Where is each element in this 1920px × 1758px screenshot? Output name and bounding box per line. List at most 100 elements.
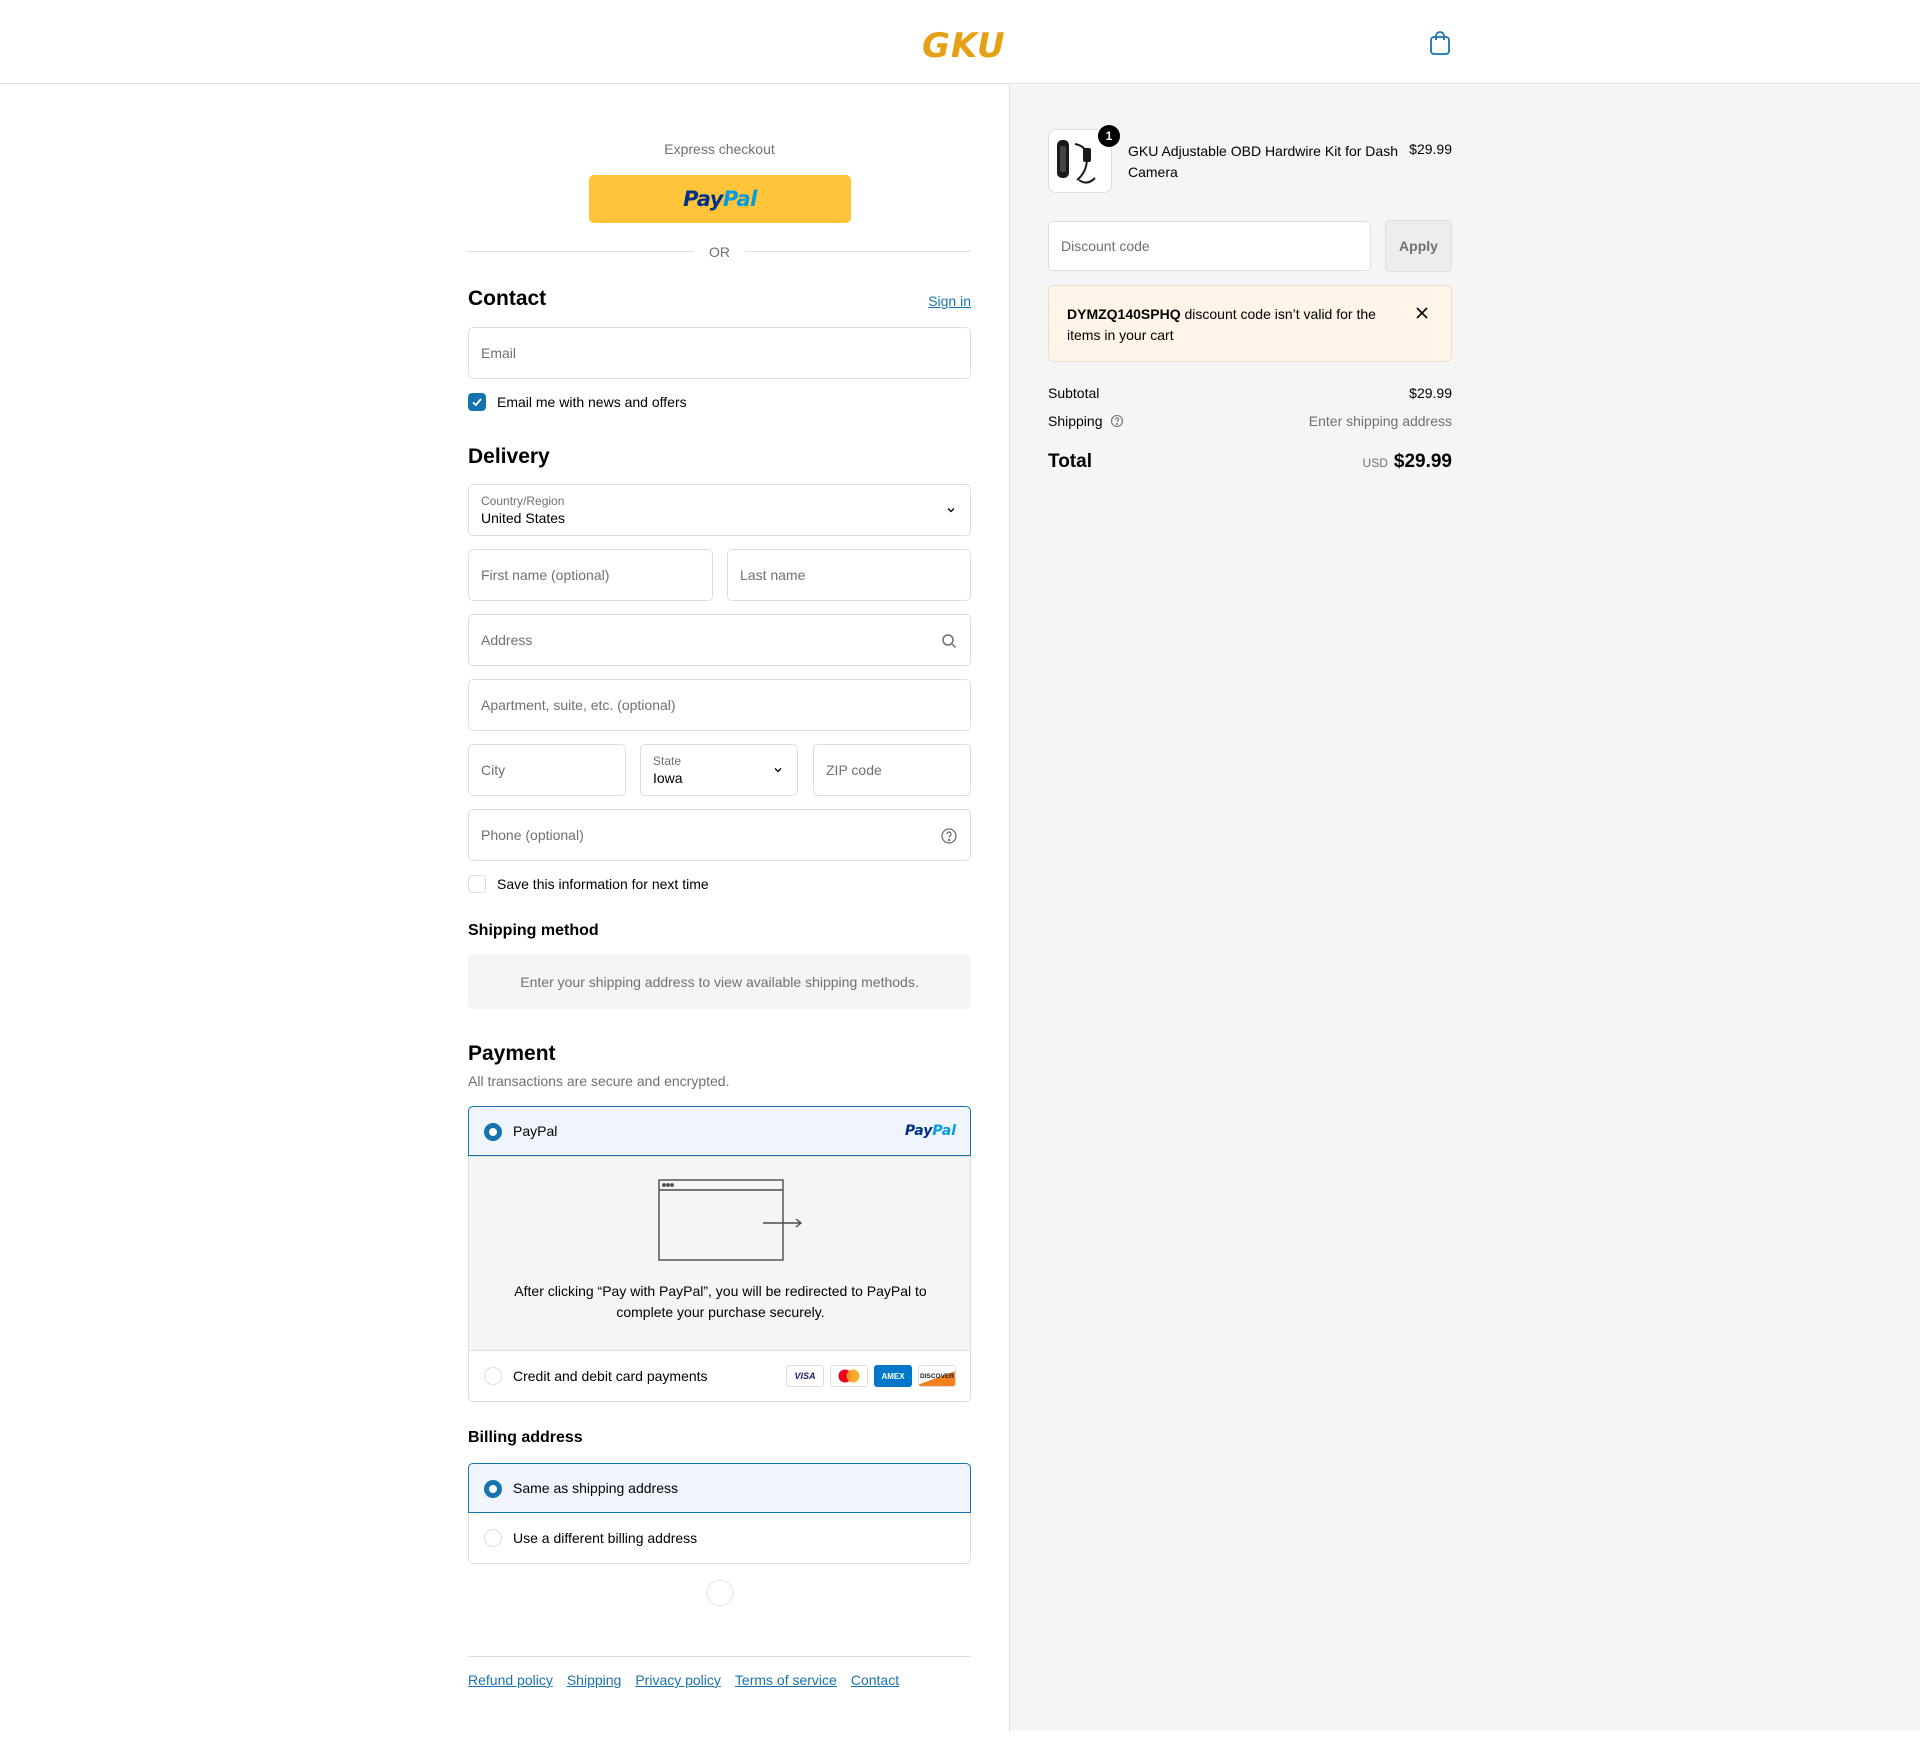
last-name-wrapper xyxy=(727,549,971,601)
shipping-method-heading: Shipping method xyxy=(468,922,599,939)
paypal-redirect-panel: After clicking “Pay with PayPal”, you wi… xyxy=(469,1156,970,1351)
card-option-label: Credit and debit card payments xyxy=(513,1368,708,1384)
country-value: United States xyxy=(481,510,566,526)
news-opt-in: Email me with news and offers xyxy=(468,393,687,411)
shipping-methods-placeholder: Enter your shipping address to view avai… xyxy=(468,954,971,1009)
total-label: Total xyxy=(1048,451,1092,472)
shipping-policy-link[interactable]: Shipping xyxy=(567,1672,622,1688)
contact-heading: Contact xyxy=(468,287,547,310)
footer-divider xyxy=(468,1656,971,1657)
address-field[interactable] xyxy=(469,615,970,665)
billing-different-label: Use a different billing address xyxy=(513,1530,698,1546)
billing-different-radio[interactable] xyxy=(484,1529,502,1547)
address-wrapper xyxy=(468,614,971,666)
billing-same-label: Same as shipping address xyxy=(513,1480,678,1496)
shopping-bag-icon[interactable] xyxy=(1428,30,1452,56)
state-label: State xyxy=(653,754,682,768)
discount-code-wrapper xyxy=(1048,221,1371,271)
news-label: Email me with news and offers xyxy=(497,394,687,410)
shipping-label: Shipping xyxy=(1048,413,1103,429)
phone-field[interactable] xyxy=(469,810,970,860)
billing-options: Same as shipping address Use a different… xyxy=(468,1463,971,1564)
country-select[interactable]: Country/Region United States xyxy=(468,484,971,536)
express-checkout-title: Express checkout xyxy=(664,141,775,157)
card-radio[interactable] xyxy=(484,1367,502,1385)
mastercard-icon xyxy=(830,1365,868,1387)
chevron-down-icon xyxy=(947,508,955,513)
or-divider: OR xyxy=(468,241,971,261)
billing-same-radio[interactable] xyxy=(484,1480,502,1498)
paypal-radio[interactable] xyxy=(484,1123,502,1141)
store-logo[interactable]: GKU xyxy=(922,26,1006,66)
search-icon xyxy=(942,634,957,649)
privacy-policy-link[interactable]: Privacy policy xyxy=(635,1672,721,1688)
email-field[interactable] xyxy=(469,328,970,378)
paypal-redirect-message: After clicking “Pay with PayPal”, you wi… xyxy=(514,1283,927,1320)
news-checkbox[interactable] xyxy=(468,393,486,411)
total-value: $29.99 xyxy=(1393,451,1452,472)
paypal-logo: PayPal xyxy=(904,1123,956,1139)
first-name-wrapper xyxy=(468,549,713,601)
currency-code: USD xyxy=(1362,456,1388,470)
save-info-row: Save this information for next time xyxy=(468,875,709,893)
discount-error-text: DYMZQ140SPHQ discount code isn’t valid f… xyxy=(1067,306,1376,343)
payment-option-paypal[interactable]: PayPal PayPal xyxy=(468,1106,971,1156)
close-icon[interactable] xyxy=(1415,306,1429,320)
zip-wrapper xyxy=(813,744,971,796)
chevron-down-icon xyxy=(774,768,782,773)
quantity-badge: 1 xyxy=(1098,125,1120,147)
header: GKU xyxy=(0,0,1920,84)
apartment-wrapper xyxy=(468,679,971,731)
subtotal-label: Subtotal xyxy=(1048,385,1100,401)
help-icon[interactable] xyxy=(1110,414,1124,428)
shipping-row: Shipping Enter shipping address xyxy=(1048,413,1452,429)
state-select[interactable]: State Iowa xyxy=(640,744,798,796)
subtotal-value: $29.99 xyxy=(1409,385,1452,401)
subtotal-row: Subtotal $29.99 xyxy=(1048,385,1452,401)
billing-heading: Billing address xyxy=(468,1429,583,1446)
zip-field[interactable] xyxy=(814,745,970,795)
help-icon[interactable] xyxy=(940,827,958,845)
email-field-wrapper xyxy=(468,327,971,379)
phone-wrapper xyxy=(468,809,971,861)
last-name-field[interactable] xyxy=(728,550,970,600)
apartment-field[interactable] xyxy=(469,680,970,730)
apply-discount-button[interactable]: Apply xyxy=(1385,220,1452,272)
discount-code-field[interactable] xyxy=(1049,222,1370,270)
loading-spinner xyxy=(706,1579,734,1607)
city-wrapper xyxy=(468,744,626,796)
product-name: GKU Adjustable OBD Hardwire Kit for Dash… xyxy=(1128,143,1398,180)
first-name-field[interactable] xyxy=(469,550,712,600)
sign-in-link[interactable]: Sign in xyxy=(928,293,971,309)
country-label: Country/Region xyxy=(481,494,565,508)
refund-policy-link[interactable]: Refund policy xyxy=(468,1672,553,1688)
browser-redirect-icon xyxy=(658,1179,803,1261)
city-field[interactable] xyxy=(469,745,625,795)
amex-icon: AMEX xyxy=(874,1365,912,1387)
billing-same-option[interactable]: Same as shipping address xyxy=(468,1463,971,1513)
payment-subtitle: All transactions are secure and encrypte… xyxy=(468,1073,730,1089)
visa-icon: VISA xyxy=(786,1365,824,1387)
state-value: Iowa xyxy=(653,770,683,786)
payment-option-card[interactable]: Credit and debit card payments VISA AMEX… xyxy=(469,1351,970,1401)
billing-different-option[interactable]: Use a different billing address xyxy=(469,1513,970,1563)
terms-of-service-link[interactable]: Terms of service xyxy=(735,1672,837,1688)
discount-error-banner: DYMZQ140SPHQ discount code isn’t valid f… xyxy=(1048,285,1452,362)
discover-icon: DISCOVER xyxy=(918,1365,956,1387)
save-info-checkbox[interactable] xyxy=(468,875,486,893)
shipping-value: Enter shipping address xyxy=(1308,413,1452,429)
delivery-heading: Delivery xyxy=(468,445,550,468)
card-brands: VISA AMEX DISCOVER xyxy=(786,1365,956,1387)
total-row: Total USD $29.99 xyxy=(1048,451,1452,473)
paypal-option-label: PayPal xyxy=(513,1123,558,1139)
paypal-logo: PayPal xyxy=(683,187,757,211)
discount-code: DYMZQ140SPHQ xyxy=(1067,306,1181,322)
product-price: $29.99 xyxy=(1409,141,1452,157)
checkmark-icon xyxy=(472,398,482,407)
save-info-label: Save this information for next time xyxy=(497,876,709,892)
paypal-express-button[interactable]: PayPal xyxy=(589,175,851,223)
payment-heading: Payment xyxy=(468,1042,556,1065)
footer-links: Refund policy Shipping Privacy policy Te… xyxy=(468,1672,899,1688)
contact-link[interactable]: Contact xyxy=(851,1672,899,1688)
payment-options: PayPal PayPal After clicking “Pay with P… xyxy=(468,1106,971,1402)
